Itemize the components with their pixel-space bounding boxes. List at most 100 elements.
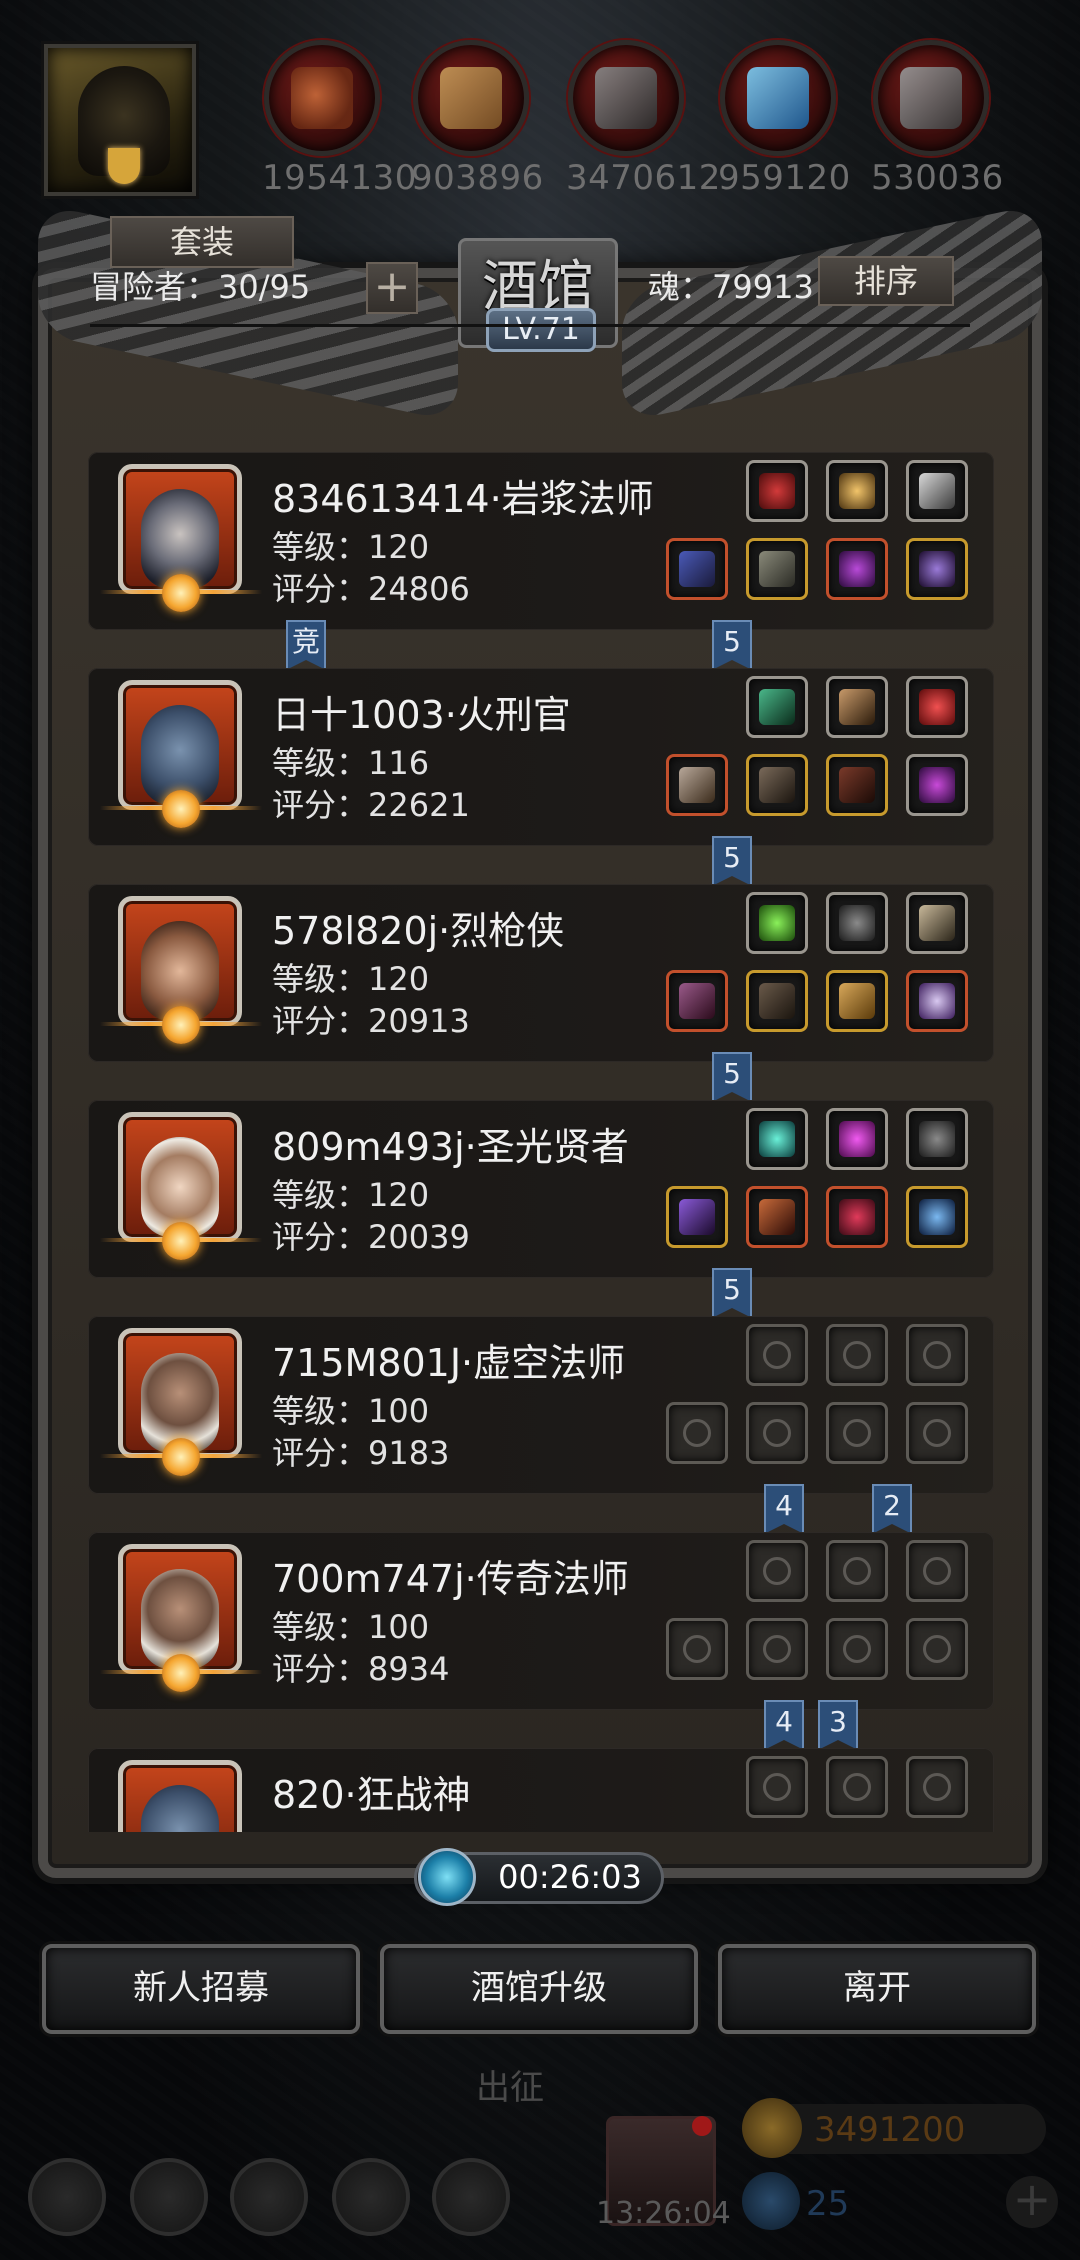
- leave-button[interactable]: 离开: [718, 1944, 1036, 2034]
- divider: [90, 324, 970, 327]
- equip-slot[interactable]: [826, 1108, 888, 1170]
- sun-emblem-icon: [162, 1654, 200, 1692]
- resource-crystal[interactable]: 959120: [718, 40, 850, 198]
- equip-slot[interactable]: [666, 538, 728, 600]
- empty-slot[interactable]: [906, 1618, 968, 1680]
- helm-icon: [919, 767, 955, 803]
- orb-icon: [759, 473, 795, 509]
- equip-slot[interactable]: [906, 892, 968, 954]
- hero-card[interactable]: 809m493j·圣光贤者 等级：120 评分：20039: [88, 1100, 994, 1278]
- resource-wood[interactable]: 903896: [411, 40, 543, 198]
- upgrade-tavern-button[interactable]: 酒馆升级: [380, 1944, 698, 2034]
- hero-list[interactable]: 834613414·岩浆法师 等级：120 评分：24806 竞 5 日十100…: [88, 452, 994, 1832]
- equip-slot[interactable]: [746, 1108, 808, 1170]
- hero-card[interactable]: 834613414·岩浆法师 等级：120 评分：24806: [88, 452, 994, 630]
- hero-level: 等级：120: [272, 528, 430, 566]
- hero-card[interactable]: 700m747j·传奇法师 等级：100 评分：8934: [88, 1532, 994, 1710]
- equip-slot[interactable]: [826, 460, 888, 522]
- hero-card[interactable]: 578l820j·烈枪侠 等级：120 评分：20913: [88, 884, 994, 1062]
- sort-button[interactable]: 排序: [818, 256, 954, 306]
- rune-placeholder-icon: [843, 1341, 871, 1369]
- charm-icon: [919, 1199, 955, 1235]
- equip-slot[interactable]: [746, 970, 808, 1032]
- hero-card[interactable]: 715M801J·虚空法师 等级：100 评分：9183: [88, 1316, 994, 1494]
- set-count-badge: 4: [764, 1700, 804, 1750]
- empty-slot[interactable]: [826, 1324, 888, 1386]
- empty-slot[interactable]: [826, 1402, 888, 1464]
- equip-slot[interactable]: [906, 460, 968, 522]
- set-count-badge: 5: [712, 1052, 752, 1102]
- equip-slot[interactable]: [826, 676, 888, 738]
- empty-slot[interactable]: [666, 1402, 728, 1464]
- rune-placeholder-icon: [923, 1773, 951, 1801]
- set-count-badge: 4: [764, 1484, 804, 1534]
- resource-value: 3470612: [566, 158, 721, 198]
- spear-icon: [679, 983, 715, 1019]
- equip-slot[interactable]: [906, 1186, 968, 1248]
- equip-slot[interactable]: [746, 538, 808, 600]
- empty-slot[interactable]: [746, 1618, 808, 1680]
- hero-card[interactable]: 日十1003·火刑官 等级：116 评分：22621: [88, 668, 994, 846]
- equip-slot[interactable]: [906, 754, 968, 816]
- empty-slot[interactable]: [906, 1402, 968, 1464]
- hero-name: 820·狂战神: [272, 1773, 471, 1817]
- equip-slot[interactable]: [666, 970, 728, 1032]
- empty-slot[interactable]: [746, 1402, 808, 1464]
- equip-slot[interactable]: [746, 1186, 808, 1248]
- hero-name: 700m747j·传奇法师: [272, 1557, 629, 1601]
- empty-slot[interactable]: [906, 1756, 968, 1818]
- empty-slot[interactable]: [826, 1618, 888, 1680]
- staff-placeholder-icon: [683, 1635, 711, 1663]
- resource-ore[interactable]: 3470612: [566, 40, 721, 198]
- soul-count: 魂：79913: [648, 268, 814, 306]
- equip-slot[interactable]: [746, 754, 808, 816]
- equip-slot[interactable]: [826, 1186, 888, 1248]
- equip-slot[interactable]: [826, 892, 888, 954]
- chestplate-icon: [759, 983, 795, 1019]
- whip-icon: [839, 689, 875, 725]
- empty-slot[interactable]: [826, 1540, 888, 1602]
- hero-score: 评分：24806: [272, 570, 470, 608]
- empty-slot[interactable]: [906, 1324, 968, 1386]
- recruit-button[interactable]: 新人招募: [42, 1944, 360, 2034]
- equip-slot[interactable]: [746, 676, 808, 738]
- hero-card[interactable]: 820·狂战神: [88, 1748, 994, 1832]
- armor-placeholder-icon: [763, 1635, 791, 1663]
- equip-slot[interactable]: [826, 754, 888, 816]
- equip-slot[interactable]: [746, 460, 808, 522]
- empty-slot[interactable]: [906, 1540, 968, 1602]
- hero-level: 等级：100: [272, 1608, 430, 1646]
- equip-slot[interactable]: [666, 1186, 728, 1248]
- equip-slot[interactable]: [906, 970, 968, 1032]
- crystal-icon: [720, 40, 836, 156]
- ruby-icon: [919, 689, 955, 725]
- equip-slot[interactable]: [906, 1108, 968, 1170]
- mask-icon: [919, 1121, 955, 1157]
- suit-button[interactable]: 套装: [110, 216, 294, 268]
- equip-slot[interactable]: [906, 676, 968, 738]
- robe-icon: [759, 551, 795, 587]
- hero-score: 评分：20913: [272, 1002, 470, 1040]
- equip-slot[interactable]: [746, 892, 808, 954]
- empty-slot[interactable]: [666, 1618, 728, 1680]
- equip-slot[interactable]: [666, 754, 728, 816]
- ring-placeholder-icon: [843, 1419, 871, 1447]
- player-avatar[interactable]: [44, 44, 196, 196]
- tavern-level-badge: LV.71: [486, 308, 596, 352]
- empty-slot[interactable]: [746, 1756, 808, 1818]
- empty-slot[interactable]: [826, 1756, 888, 1818]
- hero-name: 578l820j·烈枪侠: [272, 909, 565, 953]
- gem-value: 25: [806, 2184, 850, 2224]
- refresh-timer-icon: [418, 1848, 476, 1906]
- equip-slot[interactable]: [826, 970, 888, 1032]
- ring-placeholder-icon: [843, 1635, 871, 1663]
- equip-slot[interactable]: [906, 538, 968, 600]
- add-adventurer-button[interactable]: +: [366, 262, 418, 314]
- empty-slot[interactable]: [746, 1324, 808, 1386]
- equip-slot[interactable]: [826, 538, 888, 600]
- resource-iron[interactable]: 530036: [871, 40, 1003, 198]
- rune-placeholder-icon: [923, 1557, 951, 1585]
- empty-slot[interactable]: [746, 1540, 808, 1602]
- sun-emblem-icon: [162, 790, 200, 828]
- resource-meat[interactable]: 1954130: [262, 40, 416, 198]
